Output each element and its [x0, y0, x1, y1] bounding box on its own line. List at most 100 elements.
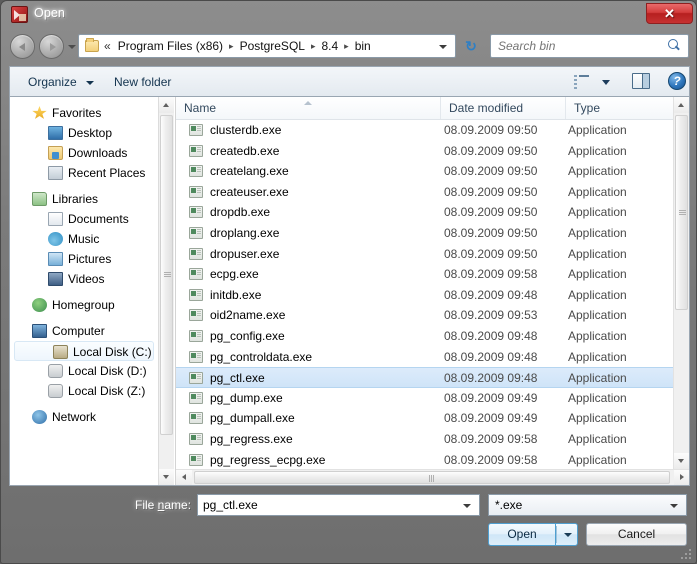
- sidebar-item-local-disk-d[interactable]: Local Disk (D:): [10, 361, 158, 381]
- open-dropdown-button[interactable]: [555, 523, 578, 546]
- file-list-horizontal-scrollbar[interactable]: [176, 469, 689, 485]
- table-row[interactable]: pg_config.exe 08.09.2009 09:48 Application: [176, 326, 674, 347]
- table-row[interactable]: pg_dump.exe 08.09.2009 09:49 Application: [176, 388, 674, 409]
- application-file-icon: [189, 185, 203, 198]
- recent-locations-chevron-down-icon[interactable]: [68, 45, 76, 49]
- breadcrumb-item-program-files[interactable]: Program Files (x86): [115, 37, 226, 55]
- column-header-date-modified[interactable]: Date modified: [441, 97, 566, 119]
- sidebar-item-label: Documents: [68, 212, 129, 226]
- search-icon[interactable]: [668, 39, 681, 52]
- table-row[interactable]: pg_dumpall.exe 08.09.2009 09:49 Applicatio…: [176, 408, 674, 429]
- breadcrumb-chevron-down-icon[interactable]: [439, 45, 447, 49]
- sidebar-group: Computer Local Disk (C:) Local Disk (D:) Lo…: [10, 321, 158, 401]
- file-name-cell: clusterdb.exe: [210, 123, 282, 137]
- breadcrumb[interactable]: « Program Files (x86) ▸ PostgreSQL ▸ 8.4…: [78, 34, 456, 58]
- sidebar-item-videos[interactable]: Videos: [10, 269, 158, 289]
- column-header-type[interactable]: Type: [566, 97, 674, 119]
- breadcrumb-overflow-button[interactable]: «: [104, 39, 111, 53]
- application-file-icon: [189, 391, 203, 404]
- file-type-cell: Application: [568, 246, 627, 261]
- forward-arrow-icon: [49, 42, 56, 51]
- file-scroll-thumb[interactable]: [675, 115, 688, 310]
- table-row[interactable]: initdb.exe 08.09.2009 09:48 Application: [176, 285, 674, 306]
- app-icon: [11, 6, 28, 23]
- sidebar-item-music[interactable]: Music: [10, 229, 158, 249]
- sort-ascending-icon: [304, 101, 312, 105]
- help-icon[interactable]: ?: [668, 72, 686, 90]
- table-row[interactable]: pg_ctl.exe 08.09.2009 09:48 Application: [176, 367, 674, 388]
- sidebar-item-homegroup[interactable]: Homegroup: [10, 295, 158, 315]
- breadcrumb-separator-icon[interactable]: ▸: [226, 41, 237, 52]
- table-row[interactable]: createdb.exe 08.09.2009 09:50 Application: [176, 141, 674, 162]
- file-type-filter-combo[interactable]: *.exe: [488, 494, 687, 516]
- table-row[interactable]: clusterdb.exe 08.09.2009 09:50 Application: [176, 120, 674, 141]
- sidebar-item-label: Computer: [52, 324, 105, 338]
- file-scroll-right-icon[interactable]: [674, 470, 689, 485]
- sidebar-item-favorites[interactable]: Favorites: [10, 103, 158, 123]
- search-box[interactable]: [490, 34, 689, 58]
- nav-scroll-up-icon[interactable]: [159, 97, 174, 113]
- new-folder-button[interactable]: New folder: [110, 73, 175, 91]
- view-mode-chevron-down-icon[interactable]: [602, 80, 610, 85]
- sidebar-item-libraries[interactable]: Libraries: [10, 189, 158, 209]
- file-list-scrollbar[interactable]: [673, 97, 689, 469]
- breadcrumb-separator-icon[interactable]: ▸: [308, 41, 319, 52]
- file-scroll-down-icon[interactable]: [674, 453, 689, 469]
- search-input[interactable]: [498, 35, 663, 57]
- preview-pane-icon[interactable]: [632, 73, 650, 89]
- table-row[interactable]: pg_controldata.exe 08.09.2009 09:48 Applic…: [176, 347, 674, 368]
- sidebar-item-documents[interactable]: Documents: [10, 209, 158, 229]
- sidebar-item-desktop[interactable]: Desktop: [10, 123, 158, 143]
- sidebar-item-local-disk-z[interactable]: Local Disk (Z:): [10, 381, 158, 401]
- close-button[interactable]: ✕: [646, 3, 693, 24]
- table-row[interactable]: createlang.exe 08.09.2009 09:50 Applicatio…: [176, 161, 674, 182]
- file-type-cell: Application: [568, 371, 627, 386]
- table-row[interactable]: droplang.exe 08.09.2009 09:50 Application: [176, 223, 674, 244]
- back-button[interactable]: [10, 34, 35, 59]
- breadcrumb-item-bin[interactable]: bin: [352, 37, 374, 55]
- file-name-cell: pg_regress_ecpg.exe: [210, 452, 326, 467]
- table-row[interactable]: dropuser.exe 08.09.2009 09:50 Application: [176, 244, 674, 265]
- sidebar-item-downloads[interactable]: Downloads: [10, 143, 158, 163]
- cancel-button[interactable]: Cancel: [586, 523, 687, 546]
- file-name-combo[interactable]: [197, 494, 480, 516]
- breadcrumb-item-version[interactable]: 8.4: [318, 37, 341, 55]
- resize-grip[interactable]: [681, 549, 693, 561]
- application-file-icon: [189, 288, 203, 301]
- nav-scroll-down-icon[interactable]: [159, 469, 174, 485]
- file-type-cell: Application: [568, 431, 627, 446]
- open-button[interactable]: Open: [488, 523, 555, 546]
- file-hscroll-thumb[interactable]: [194, 471, 670, 484]
- nav-scroll-thumb[interactable]: [160, 115, 173, 435]
- table-row[interactable]: pg_regress.exe 08.09.2009 09:58 Applicatio…: [176, 429, 674, 450]
- forward-button[interactable]: [39, 34, 64, 59]
- sidebar-item-computer[interactable]: Computer: [10, 321, 158, 341]
- navigation-pane-scrollbar[interactable]: [158, 97, 174, 485]
- table-row[interactable]: dropdb.exe 08.09.2009 09:50 Application: [176, 202, 674, 223]
- organize-button[interactable]: Organize: [24, 73, 98, 91]
- table-row[interactable]: oid2name.exe 08.09.2009 09:53 Application: [176, 305, 674, 326]
- sidebar-item-recent-places[interactable]: Recent Places: [10, 163, 158, 183]
- sidebar-item-label: Network: [52, 410, 97, 424]
- file-name-cell: pg_controldata.exe: [210, 349, 313, 364]
- file-list-pane: Name Date modified Type clusterdb.exe 08.…: [175, 97, 689, 485]
- file-date-modified-cell: 08.09.2009 09:48: [444, 287, 538, 302]
- table-row[interactable]: pg_regress_ecpg.exe 08.09.2009 09:58 Appli…: [176, 450, 674, 471]
- breadcrumb-item-postgresql[interactable]: PostgreSQL: [237, 37, 308, 55]
- sidebar-item-local-disk-c[interactable]: Local Disk (C:): [14, 341, 154, 361]
- application-file-icon: [189, 432, 203, 445]
- file-type-filter-chevron-down-icon[interactable]: [670, 504, 678, 508]
- sidebar-item-network[interactable]: Network: [10, 407, 158, 427]
- table-row[interactable]: ecpg.exe 08.09.2009 09:58 Application: [176, 264, 674, 285]
- sidebar-item-pictures[interactable]: Pictures: [10, 249, 158, 269]
- homegroup-icon: [32, 298, 47, 312]
- file-scroll-up-icon[interactable]: [674, 97, 689, 113]
- file-name-chevron-down-icon[interactable]: [463, 504, 471, 508]
- refresh-icon[interactable]: ↻: [460, 35, 482, 57]
- network-icon: [32, 410, 47, 424]
- view-list-icon[interactable]: [574, 75, 589, 89]
- breadcrumb-separator-icon[interactable]: ▸: [341, 41, 352, 52]
- file-scroll-left-icon[interactable]: [176, 470, 192, 485]
- table-row[interactable]: createuser.exe 08.09.2009 09:50 Applicatio…: [176, 182, 674, 203]
- file-name-input[interactable]: [203, 495, 455, 515]
